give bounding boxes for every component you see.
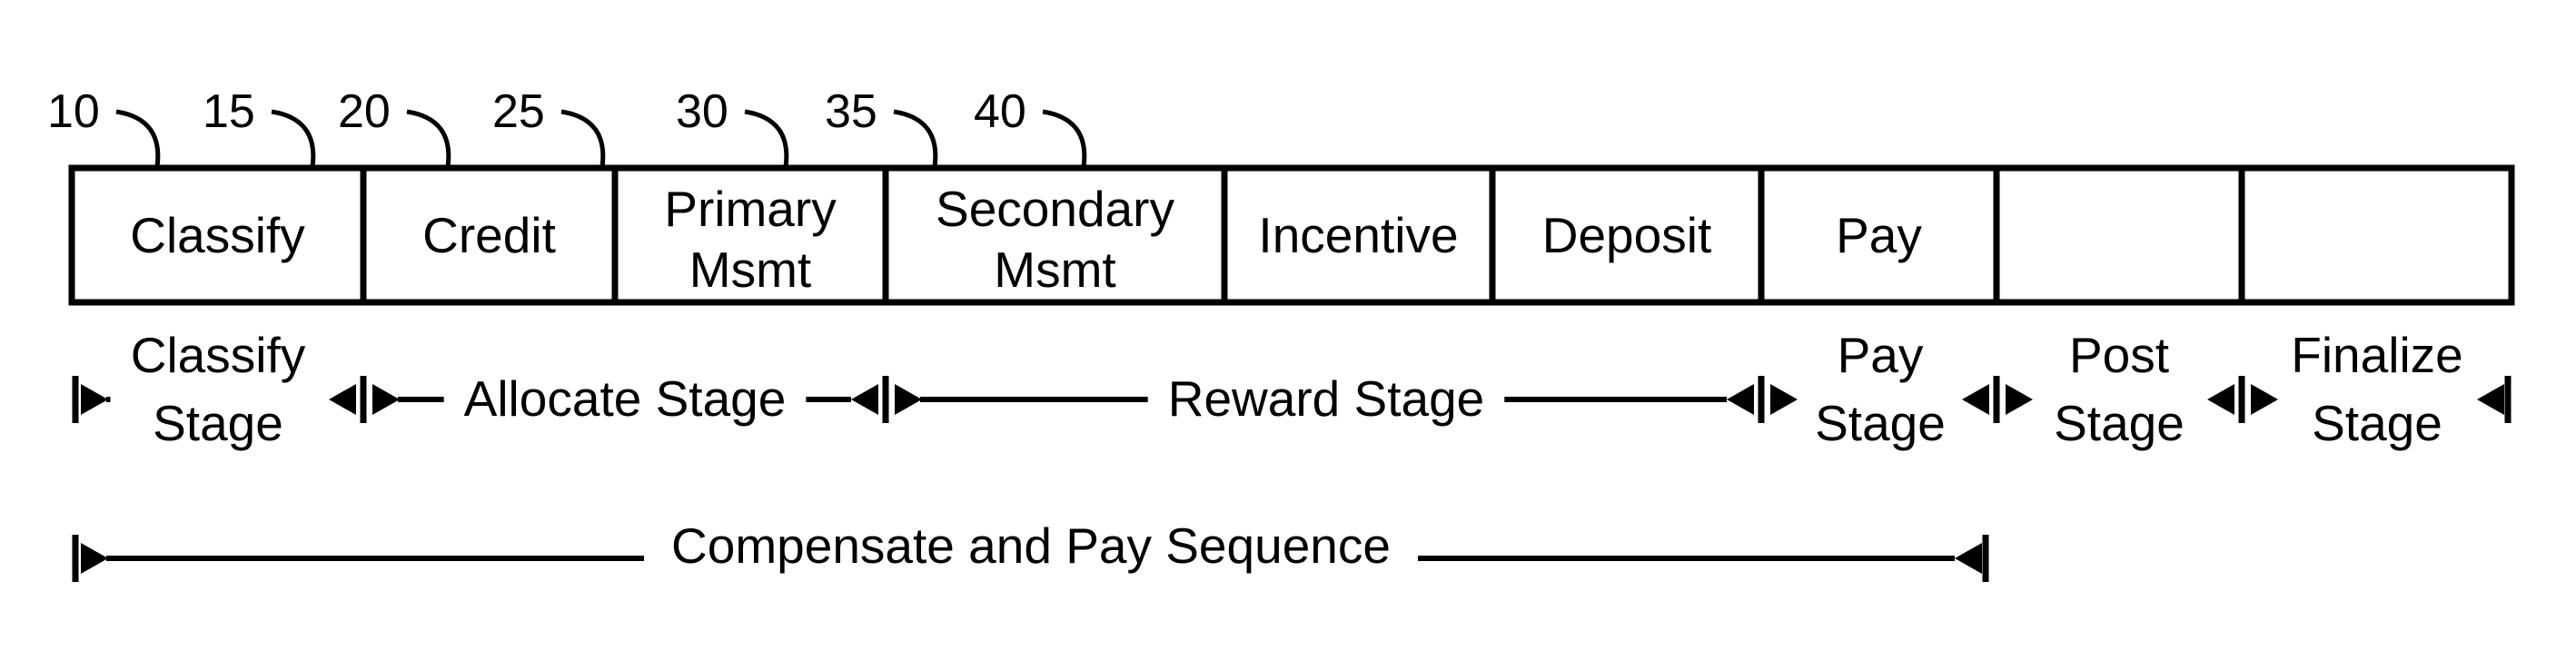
stage-reward-label: Reward Stage [1168,370,1485,427]
stage-reward-right-arrowhead [1727,384,1754,415]
ref-25-label: 25 [492,85,545,138]
ref-30: 30 [676,85,789,168]
stage-allocate-left-arrowhead [372,384,400,415]
reference-numeral-group: 10 15 20 25 30 35 40 [47,85,1087,168]
cell-primary-msmt[interactable]: PrimaryMsmt [611,168,837,302]
ref-25-leader-line [560,109,606,168]
stage-post-label-line2: Stage [2054,395,2185,451]
ref-20: 20 [338,85,451,168]
stage-classify-label-line1: Classify [131,327,306,383]
sequence-label: Compensate and Pay Sequence [671,517,1391,574]
cell-secondary-msmt[interactable]: SecondaryMsmt [882,168,1174,302]
cell-credit[interactable]: Credit [360,168,556,302]
stage-pay-label-line1: Pay [1838,327,1924,383]
stage-post-left-arrowhead [2006,384,2033,415]
stage-finalize-left-arrowhead [2251,384,2278,415]
stage-post-right-arrowhead [2207,384,2234,415]
compensate-and-pay-sequence[interactable]: Compensate and Pay Sequence [72,517,1989,582]
ref-40-leader-line [1042,109,1087,168]
stage-allocate-right-arrowhead [851,384,878,415]
stage-row: Classify Stage Allocate Stage Reward Stage P… [72,327,2512,451]
ref-20-leader-line [406,109,451,168]
stage-allocate[interactable]: Allocate Stage [372,370,889,427]
ref-20-label: 20 [338,85,391,138]
stage-classify[interactable]: Classify Stage [72,327,367,451]
patent-figure: 10 15 20 25 30 35 40 Classify Credit Primary Msmt S… [0,0,2576,670]
cell-incentive[interactable]: Incentive [1221,168,1459,302]
ref-35-label: 35 [825,85,877,138]
stage-classify-right-arrowhead [329,384,356,415]
cell-primary-msmt-label-line2: Msmt [689,241,811,298]
stage-reward[interactable]: Reward Stage [895,370,1765,427]
sequence-right-arrowhead [1955,543,1982,574]
stage-finalize-label-line1: Finalize [2291,327,2463,383]
stage-post-label-line1: Post [2069,327,2169,383]
ref-10-label: 10 [47,85,100,138]
stage-classify-label-line2: Stage [153,395,283,451]
ref-30-leader-line [744,109,789,168]
cell-secondary-msmt-label-line2: Msmt [994,241,1115,298]
stage-finalize[interactable]: Finalize Stage [2251,327,2512,451]
ref-10: 10 [47,85,161,168]
ref-15-leader-line [271,109,316,168]
ref-15: 15 [203,85,316,168]
cell-pay[interactable]: Pay [1758,168,1922,302]
cell-secondary-msmt-label-line1: Secondary [936,181,1174,237]
stage-reward-left-arrowhead [895,384,922,415]
cell-deposit[interactable]: Deposit [1489,168,1711,302]
ref-35-leader-line [893,109,938,168]
stage-post[interactable]: Post Stage [2006,327,2245,451]
stage-pay-label-line2: Stage [1815,395,1946,451]
cell-credit-label: Credit [422,207,556,263]
stage-allocate-label: Allocate Stage [464,370,787,427]
ref-15-label: 15 [203,85,255,138]
stage-pay[interactable]: Pay Stage [1770,327,2000,451]
cell-pay-label: Pay [1836,207,1922,263]
stage-classify-left-arrowhead [81,384,108,415]
ref-40-label: 40 [974,85,1026,138]
stage-finalize-label-line2: Stage [2312,395,2442,451]
ref-25: 25 [492,85,606,168]
cell-primary-msmt-label-line1: Primary [664,181,837,237]
ref-30-label: 30 [676,85,728,138]
ref-35: 35 [825,85,938,168]
figure-canvas: 10 15 20 25 30 35 40Classify Credit PrimaryMsmtS… [47,85,2515,582]
stage-pay-right-arrowhead [1962,384,1989,415]
cell-classify-label: Classify [130,207,305,263]
cell-incentive-label: Incentive [1258,207,1458,263]
ref-10-leader-line [115,109,161,168]
timeline-row: Classify Credit PrimaryMsmtSecondaryMsmtIn… [68,164,2515,306]
cell-deposit-label: Deposit [1542,207,1711,263]
cell-classify[interactable]: Classify [130,207,305,263]
stage-pay-left-arrowhead [1770,384,1798,415]
sequence-left-arrowhead [81,543,108,574]
ref-40: 40 [974,85,1087,168]
stage-finalize-right-arrowhead [2477,384,2504,415]
